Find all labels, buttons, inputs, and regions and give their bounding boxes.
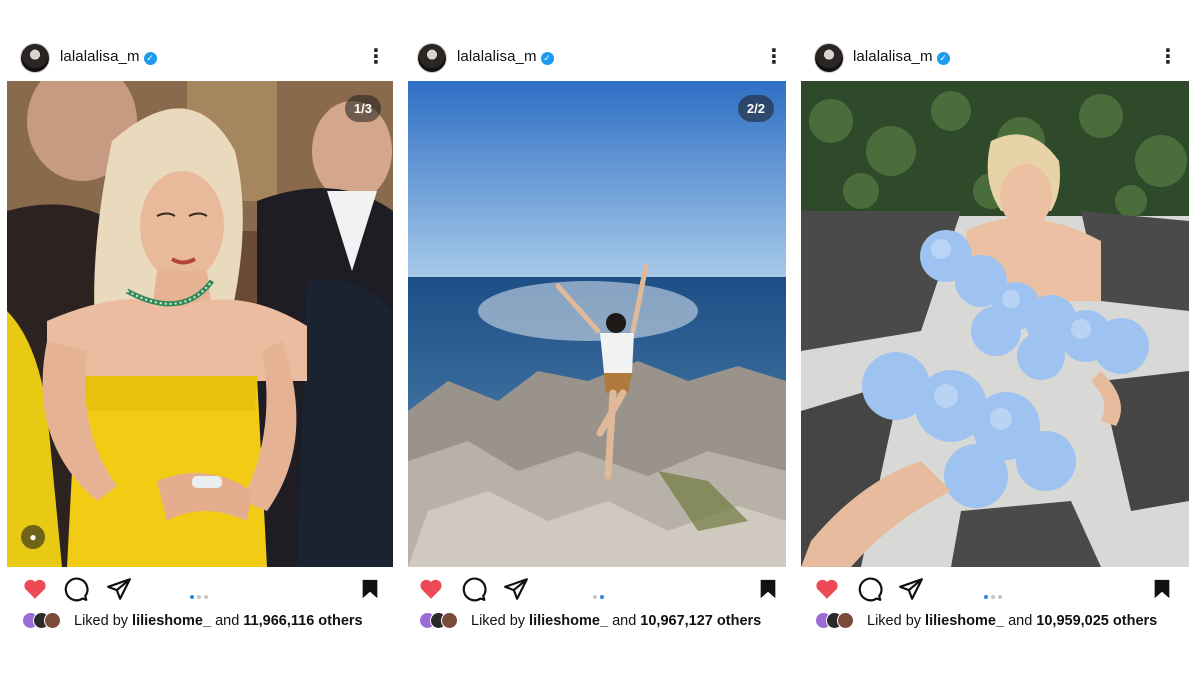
more-options-icon[interactable]: ⋮ — [1158, 47, 1178, 69]
liker-avatars — [815, 612, 871, 630]
bookmark-icon[interactable] — [359, 578, 381, 600]
share-icon[interactable] — [898, 576, 924, 602]
liked-prefix: Liked by — [74, 613, 129, 629]
liked-mid: and — [612, 613, 637, 629]
liked-mid: and — [1008, 613, 1033, 629]
share-icon[interactable] — [106, 576, 132, 602]
post-header: lalalalisa_m ✓ ⋮ — [400, 40, 800, 76]
post-header: lalalalisa_m ✓ ⋮ — [0, 40, 400, 76]
bookmark-icon[interactable] — [757, 578, 779, 600]
heart-icon[interactable] — [814, 576, 840, 602]
liked-user[interactable]: lilieshome_ — [925, 613, 1004, 629]
post-photo[interactable]: 1/3 ● — [7, 81, 393, 567]
verified-icon: ✓ — [540, 52, 554, 65]
liked-prefix: Liked by — [867, 613, 922, 629]
verified-icon: ✓ — [143, 52, 157, 65]
post-3: lalalalisa_m ✓ ⋮ Liked by lilieshome_ an… — [800, 0, 1200, 675]
comment-icon[interactable] — [63, 576, 89, 602]
username-text: lalalalisa_m — [853, 48, 933, 65]
tagged-user-icon[interactable]: ● — [21, 525, 45, 549]
liked-prefix: Liked by — [471, 613, 526, 629]
username-text: lalalalisa_m — [457, 48, 537, 65]
post-photo[interactable] — [801, 81, 1189, 567]
heart-icon[interactable] — [418, 576, 444, 602]
action-bar — [0, 576, 400, 602]
photo-woman-yellow-dress — [7, 81, 393, 567]
username[interactable]: lalalalisa_m ✓ — [853, 48, 950, 65]
likes-line: Liked by lilieshome_ and 11,966,116 othe… — [0, 611, 400, 631]
avatar[interactable] — [20, 43, 50, 73]
more-options-icon[interactable]: ⋮ — [764, 47, 784, 69]
action-bar — [800, 576, 1200, 602]
likes-text[interactable]: Liked by lilieshome_ and 11,966,116 othe… — [74, 611, 363, 631]
likes-text[interactable]: Liked by lilieshome_ and 10,967,127 othe… — [471, 611, 761, 631]
comment-icon[interactable] — [461, 576, 487, 602]
post-2: lalalalisa_m ✓ ⋮ 2/2 Liked by lilieshome… — [400, 0, 800, 675]
liked-count[interactable]: 11,966,116 others — [243, 613, 362, 629]
post-1: lalalalisa_m ✓ ⋮ 1/3 ● Liked by liliesho… — [0, 0, 400, 675]
liker-avatars — [419, 612, 475, 630]
username[interactable]: lalalalisa_m ✓ — [457, 48, 554, 65]
post-header: lalalalisa_m ✓ ⋮ — [800, 40, 1200, 76]
comment-icon[interactable] — [857, 576, 883, 602]
photo-woman-blue-dress — [801, 81, 1189, 567]
avatar[interactable] — [814, 43, 844, 73]
likes-line: Liked by lilieshome_ and 10,959,025 othe… — [800, 611, 1200, 631]
carousel-dots — [984, 586, 1005, 599]
carousel-dots — [190, 586, 211, 599]
verified-icon: ✓ — [936, 52, 950, 65]
image-counter-badge: 2/2 — [737, 95, 774, 122]
liked-user[interactable]: lilieshome_ — [529, 613, 608, 629]
username[interactable]: lalalalisa_m ✓ — [60, 48, 157, 65]
share-icon[interactable] — [503, 576, 529, 602]
carousel-dots — [593, 586, 607, 599]
bookmark-icon[interactable] — [1151, 578, 1173, 600]
liked-mid: and — [215, 613, 240, 629]
liker-avatars — [22, 612, 78, 630]
action-bar — [400, 576, 800, 602]
liked-count[interactable]: 10,959,025 others — [1036, 613, 1157, 629]
avatar[interactable] — [417, 43, 447, 73]
likes-line: Liked by lilieshome_ and 10,967,127 othe… — [400, 611, 800, 631]
image-counter-badge: 1/3 — [344, 95, 381, 122]
photo-woman-on-rocks — [408, 81, 786, 567]
likes-text[interactable]: Liked by lilieshome_ and 10,959,025 othe… — [867, 611, 1157, 631]
username-text: lalalalisa_m — [60, 48, 140, 65]
liked-count[interactable]: 10,967,127 others — [640, 613, 761, 629]
post-photo[interactable]: 2/2 — [408, 81, 786, 567]
more-options-icon[interactable]: ⋮ — [366, 47, 386, 69]
heart-icon[interactable] — [22, 576, 48, 602]
liked-user[interactable]: lilieshome_ — [132, 613, 211, 629]
